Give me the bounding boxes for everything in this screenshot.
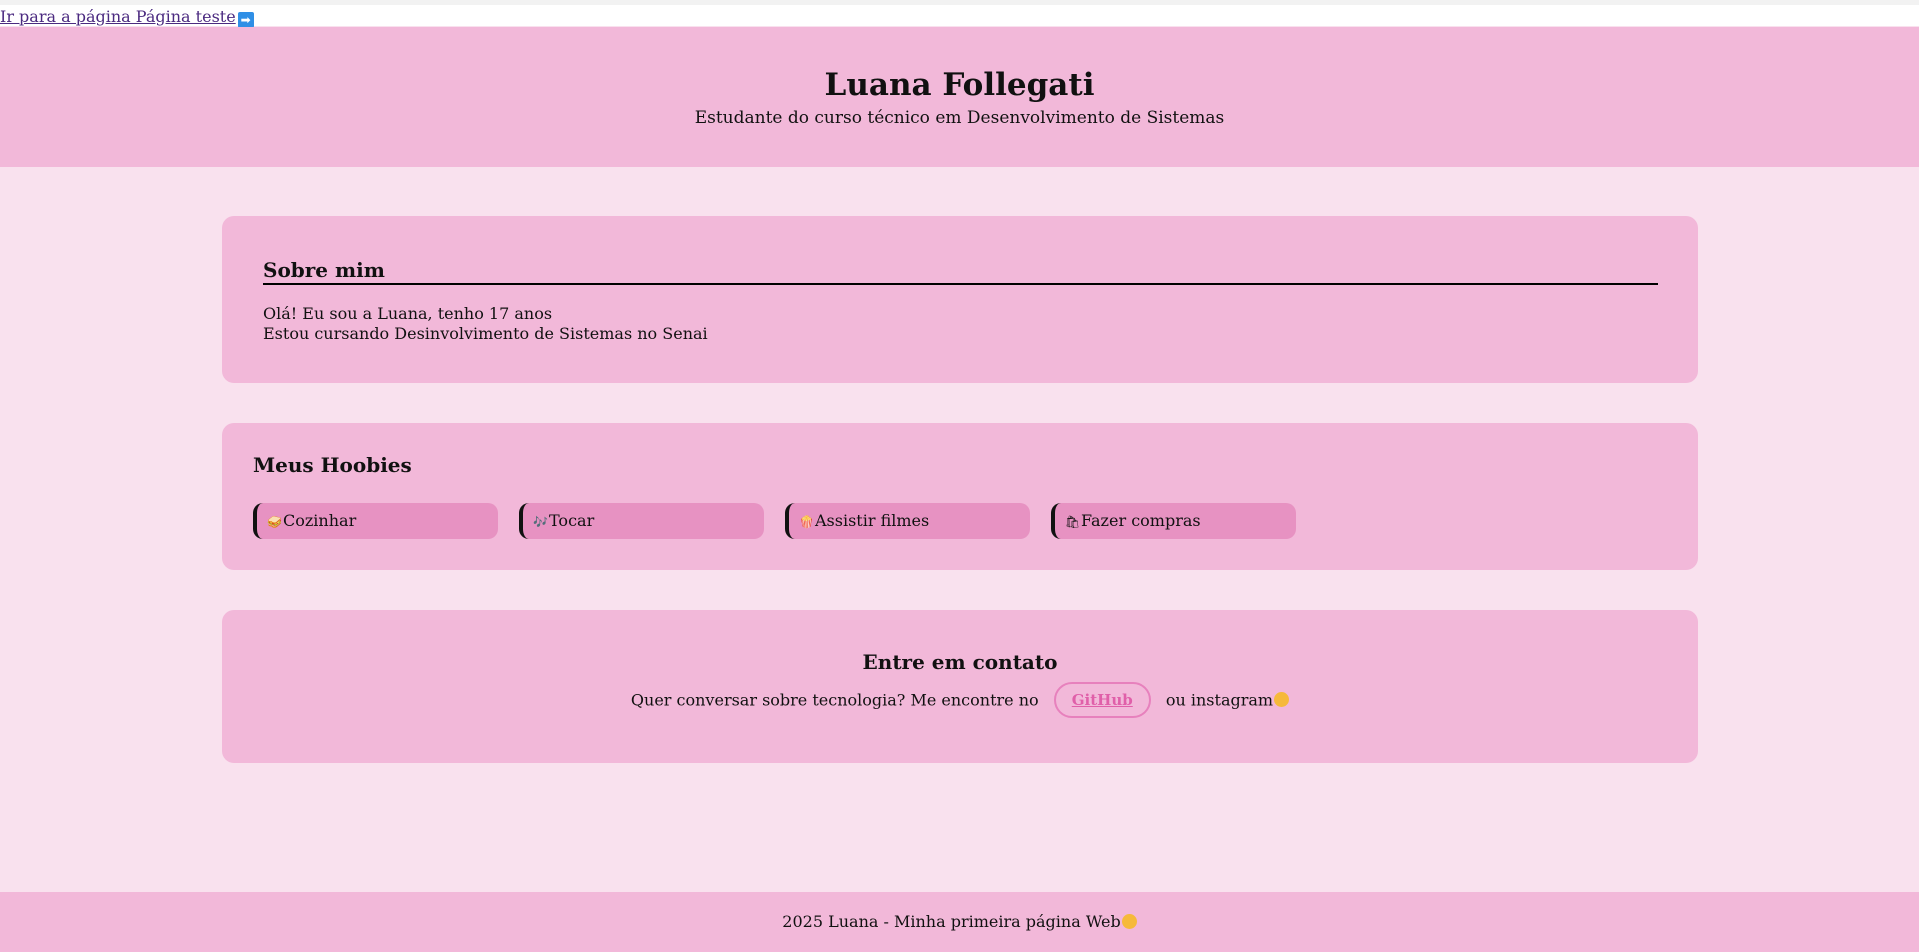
hobbies-section: Meus Hoobies 🥪Cozinhar 🎶Tocar 🍿Assistir …: [222, 423, 1698, 570]
about-line-1: Olá! Eu sou a Luana, tenho 17 anos: [263, 304, 553, 323]
footer-text: 2025 Luana - Minha primeira página Web: [782, 912, 1121, 931]
hobby-label: Cozinhar: [283, 511, 357, 530]
page-footer: 2025 Luana - Minha primeira página Web: [0, 892, 1919, 952]
contact-heading: Entre em contato: [862, 650, 1058, 674]
about-heading: Sobre mim: [263, 258, 1658, 285]
shopping-bags-icon: 🛍: [1065, 515, 1081, 529]
page-test-link-label: Ir para a página Página teste: [0, 7, 236, 26]
contact-section: Entre em contato Quer conversar sobre te…: [222, 610, 1698, 763]
hobby-label: Tocar: [549, 511, 595, 530]
hobby-label: Fazer compras: [1081, 511, 1201, 530]
popcorn-icon: 🍿: [799, 515, 814, 529]
contact-text: Quer conversar sobre tecnologia? Me enco…: [222, 682, 1698, 718]
page-test-link[interactable]: Ir para a página Página teste ➡: [0, 7, 254, 28]
hobby-item-cozinhar: 🥪Cozinhar: [253, 503, 498, 539]
grin-icon: [1121, 914, 1137, 929]
about-section: Sobre mim Olá! Eu sou a Luana, tenho 17 …: [222, 216, 1698, 383]
hobby-item-assistir-filmes: 🍿Assistir filmes: [785, 503, 1030, 539]
contact-text-before: Quer conversar sobre tecnologia? Me enco…: [630, 690, 1039, 710]
contact-text-after: ou instagram: [1165, 690, 1274, 710]
github-button[interactable]: GitHub: [1053, 682, 1151, 718]
hobby-item-tocar: 🎶Tocar: [519, 503, 764, 539]
arrow-right-icon: ➡: [237, 12, 254, 28]
hobbies-heading: Meus Hoobies: [253, 453, 412, 477]
smile-icon: [1274, 691, 1290, 707]
top-link-bar: Ir para a página Página teste ➡: [0, 0, 1919, 28]
about-line-2: Estou cursando Desinvolvimento de Sistem…: [263, 324, 708, 343]
music-notes-icon: 🎶: [533, 515, 548, 529]
hobby-label: Assistir filmes: [815, 511, 930, 530]
page-title: Luana Follegati: [824, 67, 1095, 103]
sandwich-icon: 🥪: [267, 515, 282, 529]
hobby-item-fazer-compras: 🛍Fazer compras: [1051, 503, 1296, 539]
page-subtitle: Estudante do curso técnico em Desenvolvi…: [694, 108, 1225, 128]
page-header: Luana Follegati Estudante do curso técni…: [0, 27, 1919, 167]
